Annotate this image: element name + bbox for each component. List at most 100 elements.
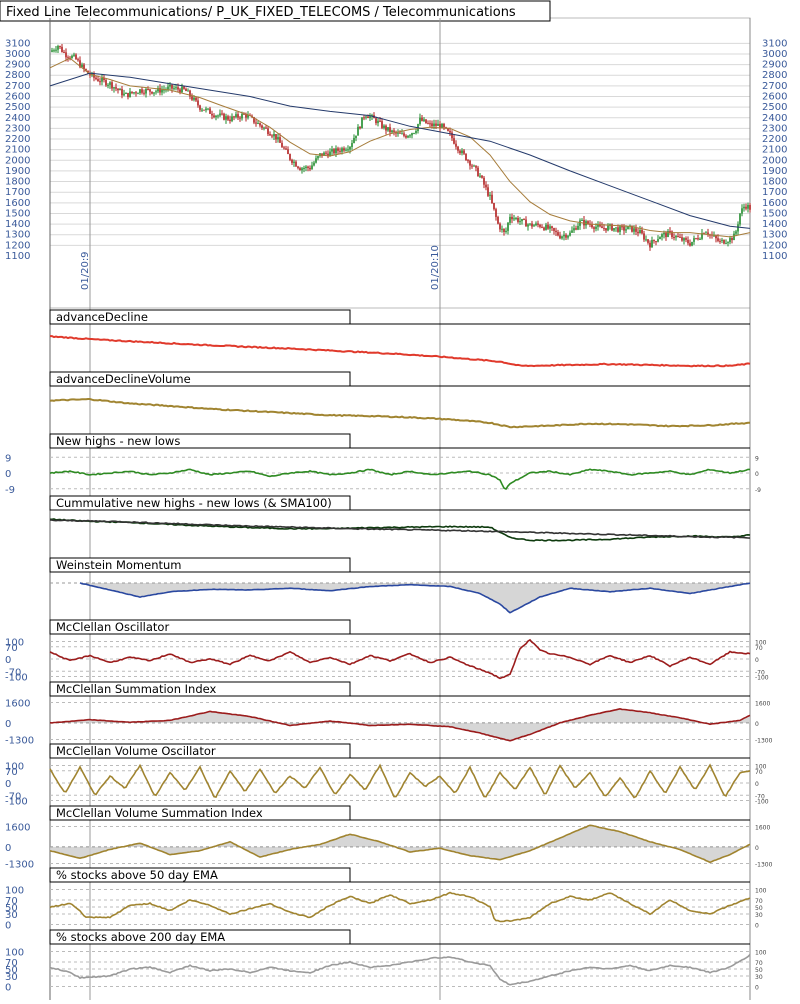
candle-body	[203, 109, 205, 111]
candle-body	[699, 238, 701, 240]
candle-body	[467, 160, 469, 162]
candle-body	[505, 230, 507, 232]
candle-body	[747, 204, 749, 209]
candle-body	[275, 134, 277, 140]
candle-body	[569, 232, 571, 236]
candle-body	[567, 235, 569, 238]
candle-body	[185, 88, 187, 92]
candle-body	[729, 237, 731, 243]
candle-body	[183, 86, 185, 89]
candle-body	[299, 168, 301, 171]
panel-series-line	[50, 335, 751, 368]
candle-body	[357, 126, 359, 136]
candle-body	[513, 218, 515, 220]
candle-body	[301, 168, 303, 171]
candle-body	[123, 93, 125, 96]
candle-body	[601, 226, 603, 229]
candle-body	[399, 132, 401, 134]
candle-body	[415, 130, 417, 134]
candle-body	[219, 113, 221, 116]
candle-body	[509, 216, 511, 223]
y-tick-label-right: 2000	[762, 155, 787, 166]
candle-body	[653, 240, 655, 242]
y-tick-label-left: 1300	[5, 230, 30, 241]
panel-y-tick-right: 0	[755, 721, 759, 728]
candle-body	[571, 230, 573, 233]
candle-body	[297, 166, 299, 169]
y-tick-label-left: 2500	[5, 102, 30, 113]
candle-body	[359, 126, 361, 129]
candle-body	[547, 224, 549, 229]
candle-body	[425, 119, 427, 124]
panel-title: McClellan Volume Summation Index	[56, 806, 263, 820]
panel-y-tick-right: 9	[755, 455, 759, 462]
candle-body	[439, 123, 441, 128]
candle-body	[105, 80, 107, 86]
candle-body	[449, 130, 451, 133]
candle-body	[487, 187, 489, 196]
candle-body	[665, 232, 667, 238]
candle-body	[647, 239, 649, 243]
candle-body	[127, 92, 129, 98]
panel-y-tick-right: 0	[755, 471, 759, 478]
candle-body	[553, 228, 555, 231]
candle-body	[409, 135, 411, 137]
candle-body	[353, 137, 355, 144]
panel-y-tick-right: 0	[755, 845, 759, 852]
candle-body	[533, 225, 535, 227]
candle-body	[535, 223, 537, 226]
candle-body	[387, 127, 389, 131]
panel-y-tick: 0	[5, 983, 11, 994]
candle-body	[725, 243, 727, 245]
y-tick-label-left: 2100	[5, 145, 30, 156]
panel-title: McClellan Summation Index	[56, 682, 217, 696]
candle-body	[397, 132, 399, 134]
y-tick-label-right: 1100	[762, 251, 787, 262]
panel-y-tick: -100	[5, 673, 28, 684]
y-tick-label-left: 3000	[5, 49, 30, 60]
candle-body	[191, 96, 193, 100]
candle-body	[727, 242, 729, 244]
panel-y-tick-right: 100	[755, 888, 767, 895]
candle-body	[451, 132, 453, 139]
candle-body	[483, 177, 485, 185]
candle-body	[723, 239, 725, 244]
candle-body	[233, 116, 235, 118]
candle-body	[613, 228, 615, 231]
candle-body	[241, 113, 243, 119]
candle-body	[741, 208, 743, 214]
candle-body	[515, 217, 517, 219]
candle-body	[107, 84, 109, 86]
candle-body	[715, 235, 717, 239]
panel-y-tick: -1300	[5, 859, 34, 870]
candle-body	[543, 227, 545, 230]
panel-series-line	[49, 954, 751, 986]
y-tick-label-right: 2500	[762, 102, 787, 113]
candle-body	[279, 137, 281, 143]
candle-body	[401, 133, 403, 135]
candle-body	[121, 88, 123, 96]
candle-body	[519, 221, 521, 223]
candle-body	[695, 238, 697, 240]
panel-y-tick: -9	[5, 485, 15, 496]
candle-body	[67, 57, 69, 59]
candle-body	[391, 130, 393, 133]
candle-body	[115, 87, 117, 89]
candle-body	[679, 236, 681, 238]
candle-body	[333, 149, 335, 154]
candle-body	[187, 90, 189, 92]
candle-body	[633, 228, 635, 232]
y-tick-label-left: 2300	[5, 123, 30, 134]
candle-body	[313, 162, 315, 166]
candle-body	[271, 135, 273, 137]
candle-body	[63, 51, 65, 53]
candle-body	[181, 86, 183, 93]
candle-body	[465, 153, 467, 161]
candle-body	[145, 89, 147, 94]
candle-body	[337, 148, 339, 151]
candle-body	[147, 89, 149, 91]
candle-body	[171, 84, 173, 89]
candle-body	[523, 219, 525, 221]
panel-y-tick-right: 70	[755, 960, 763, 967]
candle-body	[261, 125, 263, 128]
